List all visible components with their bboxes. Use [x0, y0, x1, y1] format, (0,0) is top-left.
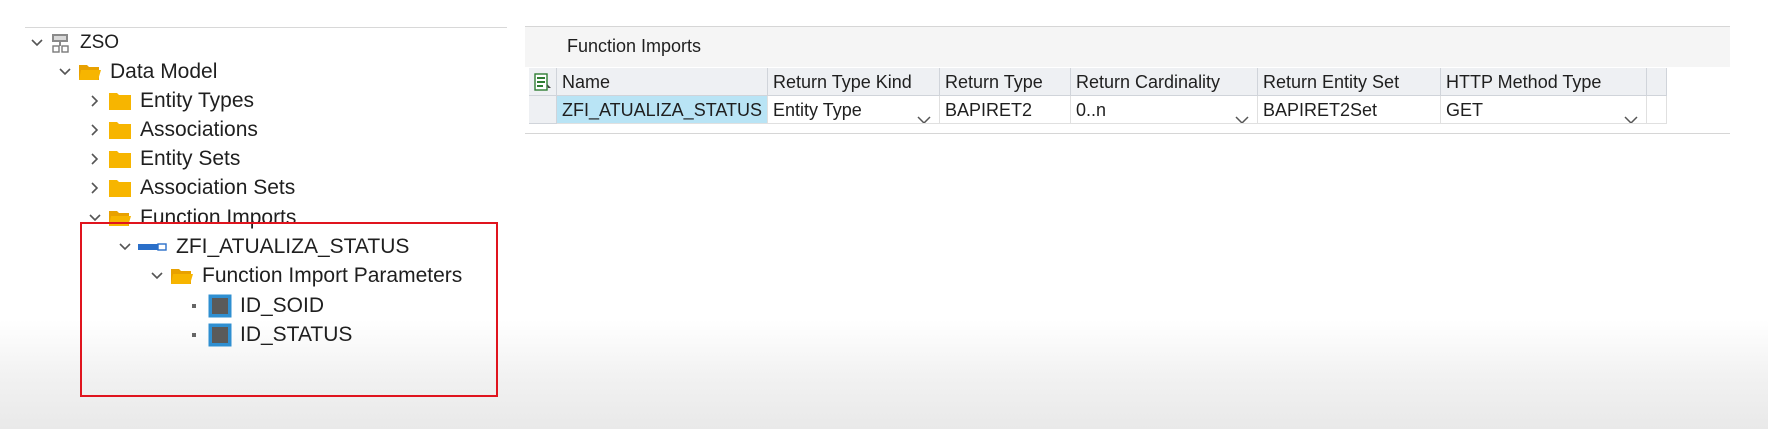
- tree-node-data-model[interactable]: Data Model: [58, 57, 217, 87]
- tree-node-label: ID_STATUS: [240, 323, 353, 346]
- tree-node-label: Associations: [140, 118, 258, 141]
- function-import-icon: [138, 240, 168, 254]
- tree-node-entity-sets[interactable]: Entity Sets: [88, 144, 240, 174]
- tree-node-label: ZSO: [80, 32, 120, 53]
- parameter-icon: [208, 323, 232, 347]
- panel-title-bar: [525, 27, 1730, 67]
- tree-node-label: Entity Types: [140, 89, 255, 112]
- column-header-return-cardinality[interactable]: Return Cardinality: [1071, 68, 1258, 96]
- cell-return-cardinality[interactable]: 0..n: [1071, 96, 1258, 124]
- chevron-right-icon[interactable]: [88, 152, 102, 166]
- sap-gateway-screen: ZSO Data Model Entity Types Associations…: [0, 0, 1768, 429]
- select-all-icon[interactable]: [529, 68, 557, 96]
- tree-node-association-sets[interactable]: Association Sets: [88, 173, 295, 203]
- chevron-down-icon[interactable]: [30, 36, 44, 50]
- chevron-down-icon[interactable]: [1624, 105, 1638, 123]
- chevron-down-icon[interactable]: [917, 105, 931, 123]
- chevron-right-icon[interactable]: [88, 181, 102, 195]
- chevron-right-icon[interactable]: [88, 123, 102, 137]
- tree-node-parameter-id-status[interactable]: ID_STATUS: [192, 320, 352, 350]
- cell-value: 0..n: [1076, 100, 1107, 120]
- column-header-http-method-type[interactable]: HTTP Method Type: [1441, 68, 1647, 96]
- panel-divider: [525, 133, 1730, 134]
- chevron-right-icon[interactable]: [88, 94, 102, 108]
- tree-node-parameter-id-soid[interactable]: ID_SOID: [192, 291, 324, 321]
- tree-node-label: Association Sets: [140, 176, 296, 199]
- folder-open-icon: [78, 61, 102, 83]
- column-header-return-type-kind[interactable]: Return Type Kind: [768, 68, 940, 96]
- folder-open-icon: [170, 265, 194, 287]
- parameter-icon: [208, 294, 232, 318]
- bullet-icon: [192, 304, 196, 308]
- cell-truncated: [1647, 96, 1667, 124]
- column-header-name[interactable]: Name: [557, 68, 768, 96]
- chevron-down-icon[interactable]: [1235, 105, 1249, 123]
- function-imports-panel: Function Imports Name Return Type Kind R…: [525, 26, 1730, 134]
- tree-node-function-import-item[interactable]: ZFI_ATUALIZA_STATUS: [118, 232, 409, 262]
- table-row[interactable]: ZFI_ATUALIZA_STATUS Entity Type BAPIRET2…: [529, 96, 1667, 124]
- tree-node-label: Function Import Parameters: [202, 264, 463, 287]
- tree-node-zso[interactable]: ZSO: [30, 28, 119, 58]
- folder-icon: [108, 90, 132, 112]
- chevron-down-icon[interactable]: [88, 211, 102, 225]
- tree-node-function-imports[interactable]: Function Imports: [88, 203, 296, 233]
- bullet-icon: [192, 333, 196, 337]
- cell-value: GET: [1446, 100, 1484, 120]
- service-icon: [50, 31, 72, 55]
- tree-node-function-import-parameters[interactable]: Function Import Parameters: [150, 261, 462, 291]
- tree-node-label: Function Imports: [140, 206, 297, 229]
- cell-return-type-kind[interactable]: Entity Type: [768, 96, 940, 124]
- tree-node-label: Data Model: [110, 60, 218, 83]
- chevron-down-icon[interactable]: [58, 65, 72, 79]
- chevron-down-icon[interactable]: [150, 269, 164, 283]
- tree-node-label: ID_SOID: [240, 294, 325, 317]
- cell-http-method-type[interactable]: GET: [1441, 96, 1647, 124]
- cell-return-type[interactable]: BAPIRET2: [940, 96, 1071, 124]
- cell-value: Entity Type: [773, 100, 862, 120]
- tree-node-entity-types[interactable]: Entity Types: [88, 86, 254, 116]
- chevron-down-icon[interactable]: [118, 240, 132, 254]
- column-header-return-entity-set[interactable]: Return Entity Set: [1258, 68, 1441, 96]
- row-selector[interactable]: [529, 96, 557, 124]
- service-tree: ZSO Data Model Entity Types Associations…: [0, 0, 510, 429]
- tree-node-label: ZFI_ATUALIZA_STATUS: [176, 235, 410, 258]
- folder-icon: [108, 119, 132, 141]
- cell-return-entity-set[interactable]: BAPIRET2Set: [1258, 96, 1441, 124]
- folder-open-icon: [108, 207, 132, 229]
- tree-node-associations[interactable]: Associations: [88, 115, 258, 145]
- folder-icon: [108, 148, 132, 170]
- folder-icon: [108, 177, 132, 199]
- column-header-truncated: [1647, 68, 1667, 96]
- column-header-return-type[interactable]: Return Type: [940, 68, 1071, 96]
- panel-title: Function Imports: [567, 36, 702, 56]
- table-header-row: Name Return Type Kind Return Type Return…: [529, 68, 1667, 96]
- cell-name[interactable]: ZFI_ATUALIZA_STATUS: [557, 96, 768, 124]
- tree-node-label: Entity Sets: [140, 147, 241, 170]
